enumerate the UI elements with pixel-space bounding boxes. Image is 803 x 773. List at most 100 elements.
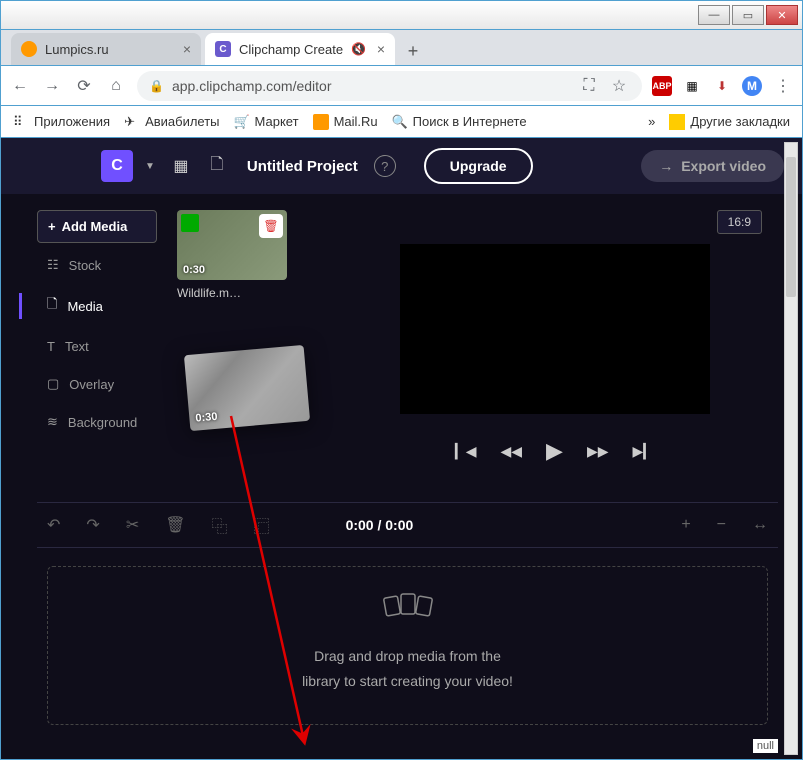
rewind-button[interactable]: ◀◀ [500, 443, 522, 460]
aspect-ratio-button[interactable]: 16:9 [717, 210, 762, 234]
project-title[interactable]: Untitled Project [247, 158, 358, 175]
add-media-button[interactable]: + Add Media [37, 210, 157, 243]
app-header: C ▼ ▦ 🗋 Untitled Project ? Upgrade → Exp… [1, 138, 802, 194]
extension-icon[interactable]: ▦ [682, 76, 702, 96]
bookmark-star-icon[interactable]: ☆ [608, 75, 630, 97]
zoom-in-button[interactable]: + [681, 516, 690, 534]
sidebar: + Add Media ☷Stock 🗋Media TText ▢Overlay… [37, 210, 157, 490]
translate-icon[interactable]: ⛶ [578, 75, 600, 97]
delete-media-button[interactable]: 🗑 [259, 214, 283, 238]
plane-icon: ✈ [124, 114, 140, 130]
video-preview[interactable] [400, 244, 710, 414]
tab-close-icon[interactable]: × [183, 41, 191, 57]
market-bookmark[interactable]: 🛒Маркет [234, 114, 299, 130]
fast-forward-button[interactable]: ▶▶ [587, 443, 609, 460]
sidebar-item-media[interactable]: 🗋Media [37, 287, 157, 325]
plus-icon: + [48, 219, 56, 234]
media-placeholder-icon [68, 589, 747, 636]
apps-icon: ⠿ [13, 114, 29, 130]
new-tab-button[interactable]: + [399, 37, 427, 65]
other-bookmarks[interactable]: Другие закладки [669, 114, 790, 130]
sidebar-item-background[interactable]: ≋Background [37, 406, 157, 438]
timeline-toolbar: ↶ ↷ ✂ 🗑 ⿻ ⿸ 0:00 / 0:00 + − ↔ [37, 502, 778, 548]
tab-label: Clipchamp Create [239, 42, 343, 57]
next-clip-button[interactable]: ▶▎ [633, 443, 655, 460]
tab-clipchamp[interactable]: C Clipchamp Create 🔇 × [205, 33, 395, 65]
prev-clip-button[interactable]: ▎◀ [455, 443, 477, 460]
scrollbar-thumb[interactable] [786, 157, 796, 297]
avia-bookmark[interactable]: ✈Авиабилеты [124, 114, 219, 130]
scrollbar[interactable] [784, 142, 798, 755]
chevron-down-icon[interactable]: ▼ [141, 161, 159, 172]
text-icon: T [47, 339, 55, 354]
pdf-extension-icon[interactable]: ⬇ [712, 76, 732, 96]
apps-bookmark[interactable]: ⠿Приложения [13, 114, 110, 130]
folder-icon [669, 114, 685, 130]
background-icon: ≋ [47, 414, 58, 430]
lock-icon: 🔒 [149, 79, 164, 93]
redo-button[interactable]: ↷ [86, 515, 99, 535]
home-button[interactable]: ⌂ [105, 75, 127, 97]
dragging-thumbnail[interactable]: 0:30 [184, 345, 310, 431]
reload-button[interactable]: ⟳ [73, 75, 95, 97]
maximize-button[interactable]: ▭ [732, 5, 764, 25]
timeline-dropzone[interactable]: Drag and drop media from the library to … [47, 566, 768, 725]
delete-button[interactable]: 🗑 [165, 515, 185, 535]
preview-area: 16:9 ▎◀ ◀◀ ▶ ▶▶ ▶▎ [347, 210, 778, 490]
play-button[interactable]: ▶ [546, 438, 563, 464]
media-duration: 0:30 [195, 411, 218, 425]
playback-controls: ▎◀ ◀◀ ▶ ▶▶ ▶▎ [455, 438, 654, 464]
stock-icon: ☷ [47, 257, 59, 273]
help-icon[interactable]: ? [374, 155, 396, 177]
lumpics-icon [21, 41, 37, 57]
profile-icon[interactable]: M [742, 76, 762, 96]
sidebar-item-overlay[interactable]: ▢Overlay [37, 368, 157, 400]
cut-button[interactable]: ✂ [126, 515, 139, 535]
play-badge-icon [181, 214, 199, 232]
file-icon[interactable]: 🗋 [203, 152, 231, 180]
copy-button[interactable]: ⿻ [212, 513, 228, 537]
mute-icon[interactable]: 🔇 [351, 42, 366, 56]
overlay-icon: ▢ [47, 376, 59, 392]
media-icon: 🗋 [47, 295, 57, 317]
templates-icon[interactable]: ▦ [167, 152, 195, 180]
chrome-menu-button[interactable]: ⋮ [772, 75, 794, 97]
media-filename: Wildlife.m… [177, 286, 327, 300]
app-body: + Add Media ☷Stock 🗋Media TText ▢Overlay… [1, 194, 802, 759]
address-bar-row: ← → ⟳ ⌂ 🔒 app.clipchamp.com/editor ⛶ ☆ A… [0, 66, 803, 106]
back-button[interactable]: ← [9, 75, 31, 97]
more-bookmarks[interactable]: » [648, 114, 655, 129]
minimize-button[interactable]: — [698, 5, 730, 25]
export-button[interactable]: → Export video [641, 150, 784, 182]
tab-lumpics[interactable]: Lumpics.ru × [11, 33, 201, 65]
abp-extension-icon[interactable]: ABP [652, 76, 672, 96]
search-icon: 🔍 [392, 114, 408, 130]
close-button[interactable]: ✕ [766, 5, 798, 25]
zoom-out-button[interactable]: − [717, 516, 726, 534]
browser-tabs: Lumpics.ru × C Clipchamp Create 🔇 × + [0, 30, 803, 66]
null-label: null [753, 739, 778, 753]
clipchamp-icon: C [215, 41, 231, 57]
upgrade-button[interactable]: Upgrade [424, 148, 533, 184]
mailru-bookmark[interactable]: Mail.Ru [313, 114, 378, 130]
arrow-right-icon: → [659, 158, 673, 174]
top-area: + Add Media ☷Stock 🗋Media TText ▢Overlay… [37, 210, 778, 490]
url-bar[interactable]: 🔒 app.clipchamp.com/editor ⛶ ☆ [137, 71, 642, 101]
duplicate-button[interactable]: ⿸ [254, 513, 270, 537]
media-thumbnail[interactable]: 🗑 0:30 [177, 210, 287, 280]
sidebar-item-text[interactable]: TText [37, 331, 157, 362]
media-library: 🗑 0:30 Wildlife.m… 0:30 [177, 210, 327, 490]
clipchamp-app: C ▼ ▦ 🗋 Untitled Project ? Upgrade → Exp… [0, 138, 803, 760]
media-duration: 0:30 [183, 264, 205, 276]
forward-button[interactable]: → [41, 75, 63, 97]
window-titlebar: — ▭ ✕ [0, 0, 803, 30]
search-bookmark[interactable]: 🔍Поиск в Интернете [392, 114, 527, 130]
app-logo[interactable]: C [101, 150, 133, 182]
undo-button[interactable]: ↶ [47, 515, 60, 535]
tab-close-icon[interactable]: × [377, 41, 385, 57]
dropzone-text-2: library to start creating your video! [68, 669, 747, 694]
tab-label: Lumpics.ru [45, 42, 109, 57]
fit-button[interactable]: ↔ [752, 516, 768, 534]
sidebar-item-stock[interactable]: ☷Stock [37, 249, 157, 281]
dropzone-text-1: Drag and drop media from the [68, 644, 747, 669]
